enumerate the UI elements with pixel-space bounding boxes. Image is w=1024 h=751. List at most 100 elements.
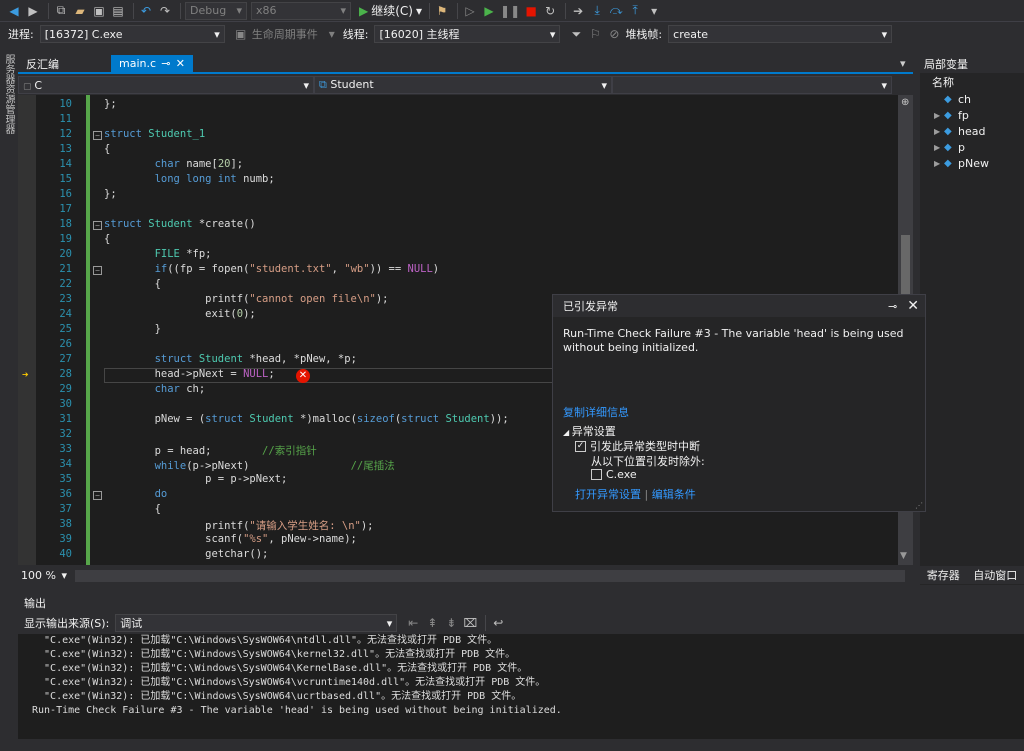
expand-icon[interactable]: ▶ (934, 127, 944, 136)
close-icon[interactable]: ✕ (907, 298, 919, 314)
column-name[interactable]: 名称 (920, 73, 1024, 91)
lifecycle-label[interactable]: 生命周期事件 (252, 26, 318, 42)
exe-checkbox-row[interactable]: C.exe (591, 468, 637, 481)
copy-details-link[interactable]: 复制详细信息 (563, 404, 629, 420)
tab-registers[interactable]: 寄存器 (927, 567, 960, 583)
code-line[interactable]: exit(0); (104, 308, 256, 320)
server-explorer-tab[interactable]: 服务器资源管理器 (0, 50, 16, 160)
code-line[interactable]: char ch; (104, 383, 206, 395)
code-line[interactable]: head->pNext = NULL; (104, 368, 275, 380)
code-line[interactable]: scanf("%s", pNew->name); (104, 533, 357, 545)
locals-item[interactable]: ▶ ◆ fp (920, 107, 1024, 123)
step-into-icon[interactable]: ⤓ (589, 2, 605, 20)
break-checkbox-row[interactable]: ✓ 引发此异常类型时中断 (575, 438, 700, 454)
tab-main-c[interactable]: main.c ⊸ ✕ (111, 55, 193, 72)
restart-icon[interactable]: ↻ (542, 2, 558, 20)
fold-toggle-icon[interactable]: − (93, 491, 102, 500)
output-text[interactable]: "C.exe"(Win32): 已加载"C:\Windows\SysWOW64\… (18, 634, 1024, 739)
new-project-icon[interactable]: ⧉ (53, 2, 69, 20)
word-wrap-icon[interactable]: ↩ (490, 614, 506, 632)
zoom-dropdown[interactable]: 100 % ▾ (21, 569, 71, 582)
filter-icon[interactable]: ⏷ (568, 25, 584, 43)
tab-disassembly[interactable]: 反汇编 (18, 55, 67, 72)
locals-item[interactable]: ◆ ch (920, 91, 1024, 107)
locals-item[interactable]: ▶ ◆ head (920, 123, 1024, 139)
code-line[interactable]: struct Student *head, *pNew, *p; (104, 353, 357, 365)
undo-icon[interactable]: ↶ (138, 2, 154, 20)
code-line[interactable]: getchar(); (104, 548, 268, 560)
find-prev-icon[interactable]: ⇞ (424, 614, 440, 632)
save-icon[interactable]: ▣ (91, 2, 107, 20)
code-line[interactable]: long long int numb; (104, 173, 275, 185)
edit-conditions-link[interactable]: 编辑条件 (652, 488, 696, 501)
close-icon[interactable]: ✕ (176, 57, 185, 70)
step-over-icon[interactable]: ⤼ (608, 2, 624, 20)
forward-icon[interactable]: ▶ (25, 2, 41, 20)
hide-icon[interactable]: ⊘ (606, 25, 622, 43)
diagnostics-icon[interactable]: ⚑ (434, 2, 450, 20)
code-line[interactable]: printf("cannot open file\n"); (104, 293, 388, 305)
continue-button[interactable]: ▶ 继续(C) ▾ (359, 2, 422, 20)
process-dropdown[interactable]: [16372] C.exe ▾ (39, 25, 225, 43)
code-line[interactable]: if((fp = fopen("student.txt", "wb")) == … (104, 263, 440, 275)
pin-icon[interactable]: ⊸ (888, 300, 897, 313)
stop-icon[interactable]: ■ (523, 2, 539, 20)
code-line[interactable]: p = head; //索引指针 (104, 443, 317, 458)
code-line[interactable]: { (104, 233, 110, 245)
go-to-prev-icon[interactable]: ⇤ (405, 614, 421, 632)
scope-dropdown[interactable]: ▢ C ▾ (18, 76, 314, 94)
open-folder-icon[interactable]: ▰ (72, 2, 88, 20)
glyph-margin[interactable] (18, 95, 36, 565)
pause-icon[interactable]: ❚❚ (500, 2, 520, 20)
code-line[interactable]: { (104, 503, 161, 515)
code-line[interactable]: pNew = (struct Student *)malloc(sizeof(s… (104, 413, 509, 425)
code-line[interactable]: }; (104, 98, 117, 110)
code-line[interactable]: do (104, 488, 168, 500)
open-settings-link[interactable]: 打开异常设置 (575, 488, 641, 501)
thread-dropdown[interactable]: [16020] 主线程 ▾ (374, 25, 561, 43)
stack-dropdown[interactable]: create ▾ (668, 25, 893, 43)
tab-autos[interactable]: 自动窗口 (973, 567, 1017, 583)
tab-dropdown-icon[interactable]: ▾ (900, 57, 906, 70)
function-dropdown[interactable]: ▾ (612, 76, 892, 94)
locals-item[interactable]: ▶ ◆ pNew (920, 155, 1024, 171)
code-line[interactable]: p = p->pNext; (104, 473, 287, 485)
code-line[interactable]: FILE *fp; (104, 248, 212, 260)
code-line[interactable]: { (104, 143, 110, 155)
save-all-icon[interactable]: ▤ (110, 2, 126, 20)
code-line[interactable]: } (104, 323, 161, 335)
collapse-icon[interactable]: ◢ (563, 428, 572, 437)
output-source-dropdown[interactable]: 调试 ▾ (115, 614, 398, 632)
lifecycle-icon[interactable]: ▣ (233, 25, 249, 43)
pin-icon[interactable]: ⊸ (161, 57, 170, 70)
expand-icon[interactable]: ▶ (934, 159, 944, 168)
run-icon[interactable]: ▷ (462, 2, 478, 20)
step-out-icon[interactable]: ⤒ (627, 2, 643, 20)
continue-icon[interactable]: ▶ (481, 2, 497, 20)
code-line[interactable]: { (104, 278, 161, 290)
member-dropdown[interactable]: ⧉ Student ▾ (314, 76, 612, 94)
exception-icon[interactable]: ✕ (296, 369, 310, 383)
expand-icon[interactable]: ▶ (934, 111, 944, 120)
back-icon[interactable]: ◀ (6, 2, 22, 20)
code-line[interactable]: printf("请输入学生姓名: \n"); (104, 518, 373, 533)
exe-checkbox[interactable] (591, 469, 602, 480)
more-icon[interactable]: ▾ (646, 2, 662, 20)
code-line[interactable]: struct Student_1 (104, 128, 205, 140)
locals-item[interactable]: ▶ ◆ p (920, 139, 1024, 155)
fold-toggle-icon[interactable]: − (93, 266, 102, 275)
fold-toggle-icon[interactable]: − (93, 131, 102, 140)
break-checkbox[interactable]: ✓ (575, 440, 586, 452)
find-next-icon[interactable]: ⇟ (443, 614, 459, 632)
redo-icon[interactable]: ↷ (157, 2, 173, 20)
split-icon[interactable]: ⊕ (901, 97, 909, 108)
fold-toggle-icon[interactable]: − (93, 221, 102, 230)
platform-dropdown[interactable]: x86 ▾ (251, 1, 351, 20)
code-line[interactable]: }; (104, 188, 117, 200)
show-next-statement-icon[interactable]: ➔ (570, 2, 586, 20)
code-line[interactable]: char name[20]; (104, 158, 244, 170)
expand-icon[interactable]: ▶ (934, 143, 944, 152)
horizontal-scrollbar[interactable] (75, 569, 905, 582)
scroll-thumb[interactable] (901, 235, 910, 295)
code-line[interactable]: while(p->pNext) //尾插法 (104, 458, 395, 473)
